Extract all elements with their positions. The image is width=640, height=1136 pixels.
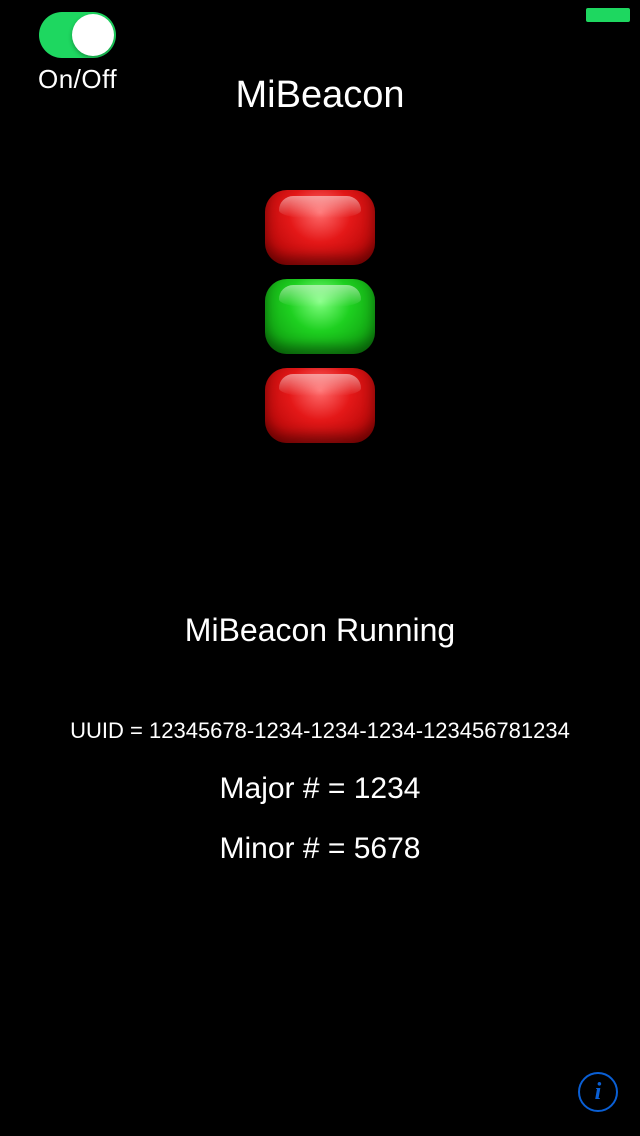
info-icon: i (595, 1080, 602, 1104)
power-toggle[interactable] (39, 12, 116, 58)
battery-icon (586, 8, 630, 22)
uuid-value: UUID = 12345678-1234-1234-1234-123456781… (0, 718, 640, 744)
indicator-stack (265, 190, 375, 443)
status-text: MiBeacon Running (0, 612, 640, 649)
indicator-light-1 (265, 190, 375, 265)
app-title: MiBeacon (0, 74, 640, 117)
major-value: Major # = 1234 (0, 772, 640, 806)
indicator-light-3 (265, 368, 375, 443)
info-button[interactable]: i (578, 1072, 618, 1112)
toggle-knob (72, 14, 114, 56)
indicator-light-2 (265, 279, 375, 354)
minor-value: Minor # = 5678 (0, 832, 640, 866)
